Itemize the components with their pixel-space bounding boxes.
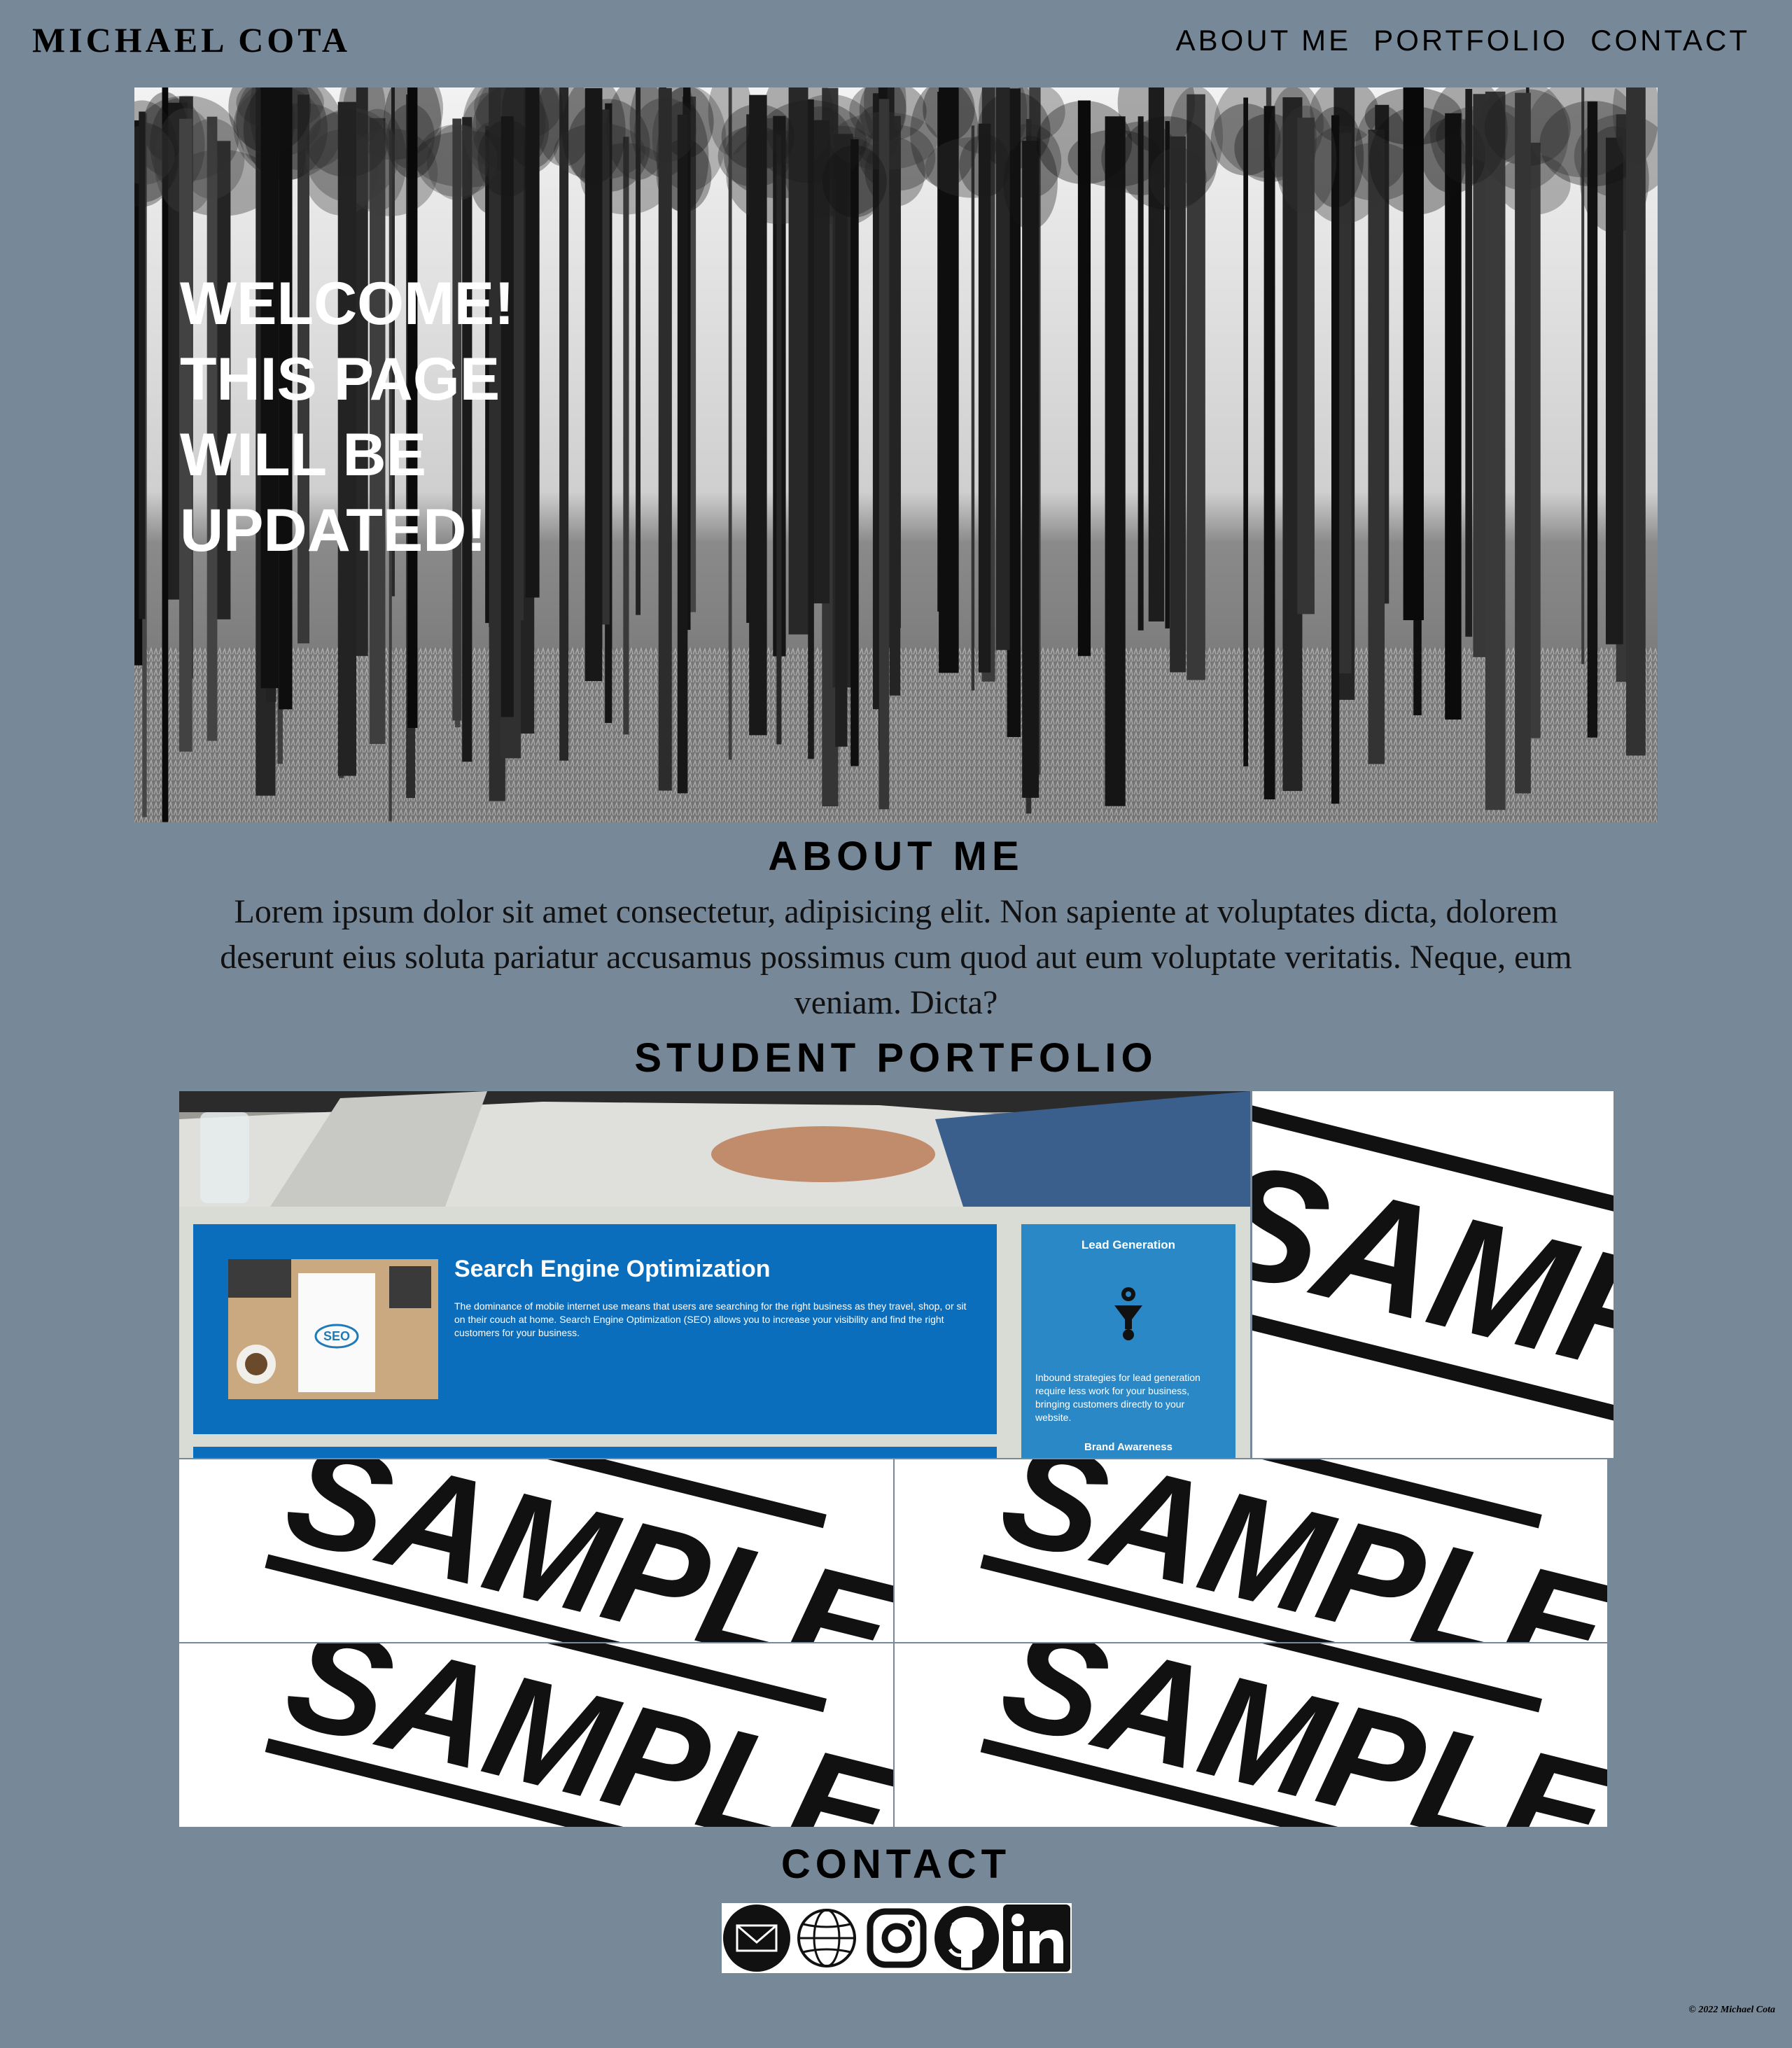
tree-trunk xyxy=(658,87,672,791)
seo-title: Search Engine Optimization xyxy=(454,1256,771,1282)
tree-trunk xyxy=(835,134,848,747)
tree-trunk xyxy=(1022,141,1040,798)
tree-trunk xyxy=(1368,129,1385,764)
hero-banner: WELCOME! THIS PAGE WILL BE UPDATED! xyxy=(134,87,1658,822)
about-heading: ABOUT ME xyxy=(768,834,1024,879)
brand-awareness-title: Brand Awareness xyxy=(1084,1441,1172,1453)
svg-text:SEO: SEO xyxy=(323,1329,350,1343)
github-icon[interactable] xyxy=(932,1903,1002,1973)
portfolio-sample-tile[interactable]: SAMPLE xyxy=(1252,1091,1614,1458)
tree-trunk xyxy=(677,114,688,794)
main-nav: ABOUT ME PORTFOLIO CONTACT xyxy=(1176,24,1750,57)
site-header: MICHAEL COTA ABOUT ME PORTFOLIO CONTACT xyxy=(0,0,1792,84)
sample-stamp-text: SAMPLE xyxy=(272,1459,893,1642)
lead-description: Inbound strategies for lead generation r… xyxy=(1035,1372,1200,1423)
sample-stamp-text: SAMPLE xyxy=(272,1643,893,1827)
about-text: Lorem ipsum dolor sit amet consectetur, … xyxy=(220,893,1572,1021)
seo-description: The dominance of mobile internet use mea… xyxy=(454,1300,967,1338)
tree-canopy xyxy=(1036,100,1133,185)
sample-stamp-image: SAMPLE xyxy=(980,1459,1607,1642)
sample-stamp-image: SAMPLE xyxy=(980,1643,1607,1827)
globe-icon[interactable] xyxy=(792,1903,862,1973)
portfolio-heading: STUDENT PORTFOLIO xyxy=(634,1035,1158,1081)
tree-trunk xyxy=(1170,136,1186,673)
next-card-edge xyxy=(193,1447,997,1458)
tree-trunk xyxy=(1105,116,1126,806)
tree-trunk xyxy=(978,123,991,673)
tree-trunk xyxy=(889,129,901,696)
tree-canopy xyxy=(959,134,1010,197)
tree-canopy xyxy=(1149,147,1207,209)
tree-canopy xyxy=(755,99,867,183)
seo-notebook-image: SEO xyxy=(228,1259,438,1399)
seo-card: SEO Search Engine Optimization The domin… xyxy=(193,1224,997,1434)
tree-trunk xyxy=(1587,101,1598,738)
sample-stamp-image: SAMPLE xyxy=(265,1643,893,1827)
contact-icons xyxy=(722,1903,1072,1973)
tree-trunk xyxy=(728,87,732,760)
sample-stamp-image: SAMPLE xyxy=(265,1459,893,1642)
sample-stamp-text: SAMPLE xyxy=(1252,1125,1614,1458)
portfolio-sample-tile[interactable]: SAMPLE xyxy=(895,1459,1607,1642)
tree-trunk xyxy=(559,87,569,761)
tree-trunk xyxy=(749,94,767,736)
nav-about-link[interactable]: ABOUT ME xyxy=(1176,24,1352,57)
lead-title: Lead Generation xyxy=(1081,1238,1176,1251)
portfolio-sample-tile[interactable]: SAMPLE xyxy=(179,1643,893,1827)
nav-portfolio-link[interactable]: PORTFOLIO xyxy=(1373,24,1568,57)
portfolio-sample-tile[interactable]: SAMPLE xyxy=(895,1643,1607,1827)
tree-canopy xyxy=(634,97,696,163)
nav-contact-link[interactable]: CONTACT xyxy=(1590,24,1750,57)
tree-trunk xyxy=(808,99,814,759)
portfolio-sample-tile[interactable]: SAMPLE xyxy=(179,1459,893,1642)
tree-trunk xyxy=(1403,87,1424,621)
contact-heading: CONTACT xyxy=(780,1842,1011,1887)
linkedin-icon[interactable] xyxy=(1002,1903,1072,1973)
sample-stamp-image: SAMPLE xyxy=(1252,1100,1614,1458)
tree-trunk xyxy=(878,99,890,810)
tree-trunk xyxy=(1445,113,1462,720)
tree-trunk xyxy=(623,136,629,735)
tree-trunk xyxy=(1485,91,1506,811)
email-icon[interactable] xyxy=(722,1903,792,1973)
tree-trunk xyxy=(971,125,975,691)
tree-trunk xyxy=(776,134,782,745)
tree-trunk xyxy=(1515,92,1531,794)
tree-canopy xyxy=(1275,105,1337,214)
funnel-icon xyxy=(1114,1287,1142,1340)
sample-stamp-text: SAMPLE xyxy=(988,1459,1607,1642)
portfolio-featured-project[interactable]: SEO Search Engine Optimization The domin… xyxy=(179,1091,1250,1458)
site-brand[interactable]: MICHAEL COTA xyxy=(32,20,351,60)
tree-trunk xyxy=(1331,115,1340,804)
meeting-photo xyxy=(179,1091,1250,1207)
lead-generation-card: Lead Generation Inbound strategies for l… xyxy=(1021,1224,1236,1458)
hero-heading: WELCOME! THIS PAGE WILL BE UPDATED! xyxy=(180,270,514,564)
sample-stamp-text: SAMPLE xyxy=(988,1643,1607,1827)
tree-canopy xyxy=(306,111,388,177)
tree-trunk xyxy=(850,139,859,766)
footer-copyright: © 2022 Michael Cota xyxy=(1688,2005,1775,2015)
tree-trunk xyxy=(1264,106,1275,800)
tree-trunk xyxy=(1626,87,1646,756)
instagram-icon[interactable] xyxy=(862,1903,932,1973)
tree-trunk xyxy=(1243,97,1248,766)
